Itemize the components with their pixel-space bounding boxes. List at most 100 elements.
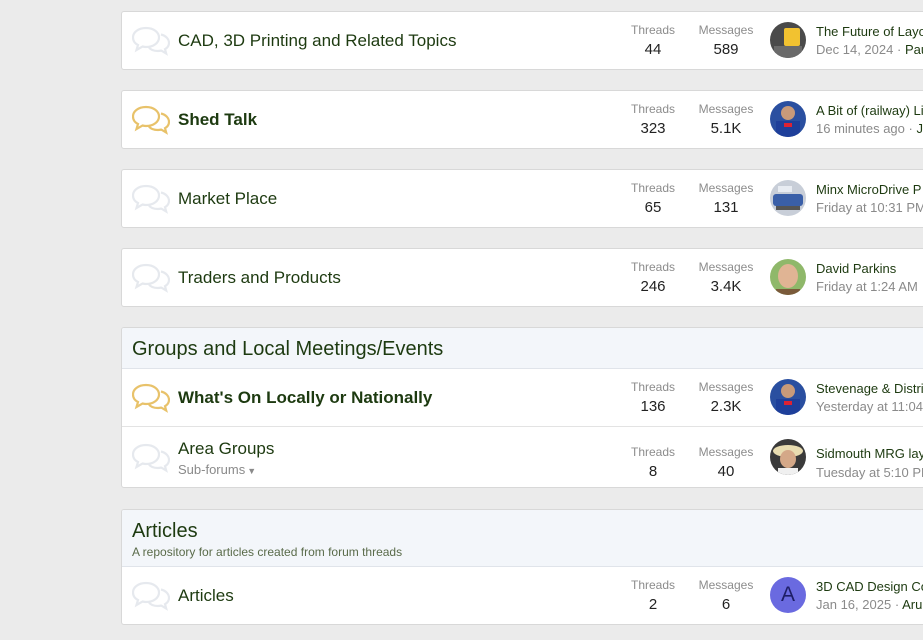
latest-thread-link[interactable]: Stevenage & Distri: [816, 381, 923, 396]
latest-user[interactable]: Pau: [905, 42, 923, 57]
messages-count: 6: [721, 596, 731, 613]
latest-thread-link[interactable]: Sidmouth MRG lay: [816, 446, 923, 461]
forum-node-articles: Articles Threads 2 Messages 6 A 3D CAD D…: [122, 567, 923, 624]
messages-label: Messages: [698, 102, 754, 116]
messages-count: 131: [713, 199, 739, 216]
latest-user[interactable]: Arun: [902, 597, 923, 612]
latest-meta: 16 minutes ago · J: [816, 121, 923, 136]
latest-meta: Dec 14, 2024 · Pau: [816, 42, 923, 57]
latest-thread-link[interactable]: David Parkins: [816, 261, 896, 276]
chat-bubbles-icon[interactable]: [132, 184, 170, 214]
messages-label: Messages: [698, 578, 754, 592]
forum-title-area[interactable]: Area Groups: [178, 439, 274, 459]
messages-stat: Messages 589: [691, 23, 761, 61]
avatar[interactable]: [770, 379, 806, 415]
forum-title-market[interactable]: Market Place: [178, 189, 277, 209]
latest-thread-link[interactable]: The Future of Layo: [816, 24, 923, 39]
latest-meta: Friday at 10:31 PM: [816, 200, 923, 215]
category-block-articles: Articles A repository for articles creat…: [121, 509, 923, 625]
forum-block-traders: Traders and Products Threads 246 Message…: [121, 248, 923, 307]
category-block-groups: Groups and Local Meetings/Events What's …: [121, 327, 923, 488]
latest-meta: Yesterday at 11:04: [816, 399, 923, 414]
category-header: Articles A repository for articles creat…: [122, 510, 923, 567]
messages-count: 2.3K: [710, 398, 742, 415]
threads-count: 136: [640, 398, 666, 415]
latest-date: 16 minutes ago: [816, 121, 905, 136]
avatar-letter: A: [770, 577, 806, 613]
forum-title-cad[interactable]: CAD, 3D Printing and Related Topics: [178, 31, 456, 51]
category-title[interactable]: Groups and Local Meetings/Events: [132, 338, 443, 361]
avatar[interactable]: [770, 259, 806, 295]
avatar[interactable]: [770, 22, 806, 58]
chat-bubbles-icon[interactable]: [132, 105, 170, 135]
forum-block-shed: Shed Talk Threads 323 Messages 5.1K A Bi…: [121, 90, 923, 149]
latest-date: Jan 16, 2025: [816, 597, 892, 612]
threads-stat: Threads 8: [618, 445, 688, 483]
avatar[interactable]: [770, 101, 806, 137]
messages-label: Messages: [698, 380, 754, 394]
threads-label: Threads: [630, 23, 676, 37]
threads-label: Threads: [630, 380, 676, 394]
threads-stat: Threads 136: [618, 380, 688, 418]
threads-count: 2: [648, 596, 658, 613]
latest-date: Friday at 1:24 AM: [816, 279, 918, 294]
separator: ·: [894, 597, 900, 612]
threads-label: Threads: [630, 445, 676, 459]
separator: ·: [896, 42, 902, 57]
latest-meta: Jan 16, 2025 · Arun: [816, 597, 923, 612]
messages-label: Messages: [698, 445, 754, 459]
threads-stat: Threads 2: [618, 578, 688, 616]
forum-node-whatson: What's On Locally or Nationally Threads …: [122, 369, 923, 426]
latest-thread-link[interactable]: 3D CAD Design Co: [816, 579, 923, 594]
forum-node-shed: Shed Talk Threads 323 Messages 5.1K A Bi…: [122, 91, 923, 148]
threads-stat: Threads 323: [618, 102, 688, 140]
latest-date: Friday at 10:31 PM: [816, 200, 923, 215]
threads-stat: Threads 65: [618, 181, 688, 219]
messages-stat: Messages 131: [691, 181, 761, 219]
category-header: Groups and Local Meetings/Events: [122, 328, 923, 369]
threads-count: 44: [644, 41, 662, 58]
latest-date: Yesterday at 11:04: [816, 399, 923, 414]
threads-label: Threads: [630, 260, 676, 274]
messages-label: Messages: [698, 260, 754, 274]
latest-user[interactable]: J: [917, 121, 923, 136]
messages-count: 40: [717, 463, 735, 480]
forum-node-market: Market Place Threads 65 Messages 131 Min…: [122, 170, 923, 227]
latest-date: Dec 14, 2024: [816, 42, 894, 57]
category-description: A repository for articles created from f…: [132, 545, 403, 559]
threads-count: 323: [640, 120, 666, 137]
forum-title-articles[interactable]: Articles: [178, 586, 234, 606]
forum-title-whatson[interactable]: What's On Locally or Nationally: [178, 388, 432, 408]
latest-thread-link[interactable]: A Bit of (railway) Li: [816, 103, 923, 118]
messages-label: Messages: [698, 181, 754, 195]
subforums-label: Sub-forums: [178, 462, 246, 477]
forum-title-traders[interactable]: Traders and Products: [178, 268, 341, 288]
chat-bubbles-icon[interactable]: [132, 443, 170, 473]
messages-stat: Messages 40: [691, 445, 761, 483]
forum-node-cad: CAD, 3D Printing and Related Topics Thre…: [122, 12, 923, 69]
forum-node-area: Area Groups Sub-forums ▼ Threads 8 Messag…: [122, 426, 923, 487]
messages-stat: Messages 5.1K: [691, 102, 761, 140]
chat-bubbles-icon[interactable]: [132, 26, 170, 56]
chat-bubbles-icon[interactable]: [132, 581, 170, 611]
threads-count: 65: [644, 199, 662, 216]
avatar[interactable]: A: [770, 577, 806, 613]
forum-block-market: Market Place Threads 65 Messages 131 Min…: [121, 169, 923, 228]
messages-count: 3.4K: [710, 278, 742, 295]
threads-stat: Threads 246: [618, 260, 688, 298]
chat-bubbles-icon[interactable]: [132, 263, 170, 293]
chat-bubbles-icon[interactable]: [132, 383, 170, 413]
avatar[interactable]: [770, 180, 806, 216]
messages-count: 589: [713, 41, 739, 58]
subforums-menu[interactable]: Sub-forums ▼: [178, 462, 256, 477]
category-title[interactable]: Articles: [132, 520, 198, 543]
forum-block-cad: CAD, 3D Printing and Related Topics Thre…: [121, 11, 923, 70]
latest-thread-link[interactable]: Minx MicroDrive P: [816, 182, 921, 197]
messages-stat: Messages 2.3K: [691, 380, 761, 418]
threads-label: Threads: [630, 181, 676, 195]
threads-count: 8: [648, 463, 658, 480]
forum-title-shed[interactable]: Shed Talk: [178, 110, 257, 130]
threads-label: Threads: [630, 578, 676, 592]
latest-meta: Tuesday at 5:10 PM: [816, 465, 923, 480]
avatar[interactable]: [770, 439, 806, 475]
